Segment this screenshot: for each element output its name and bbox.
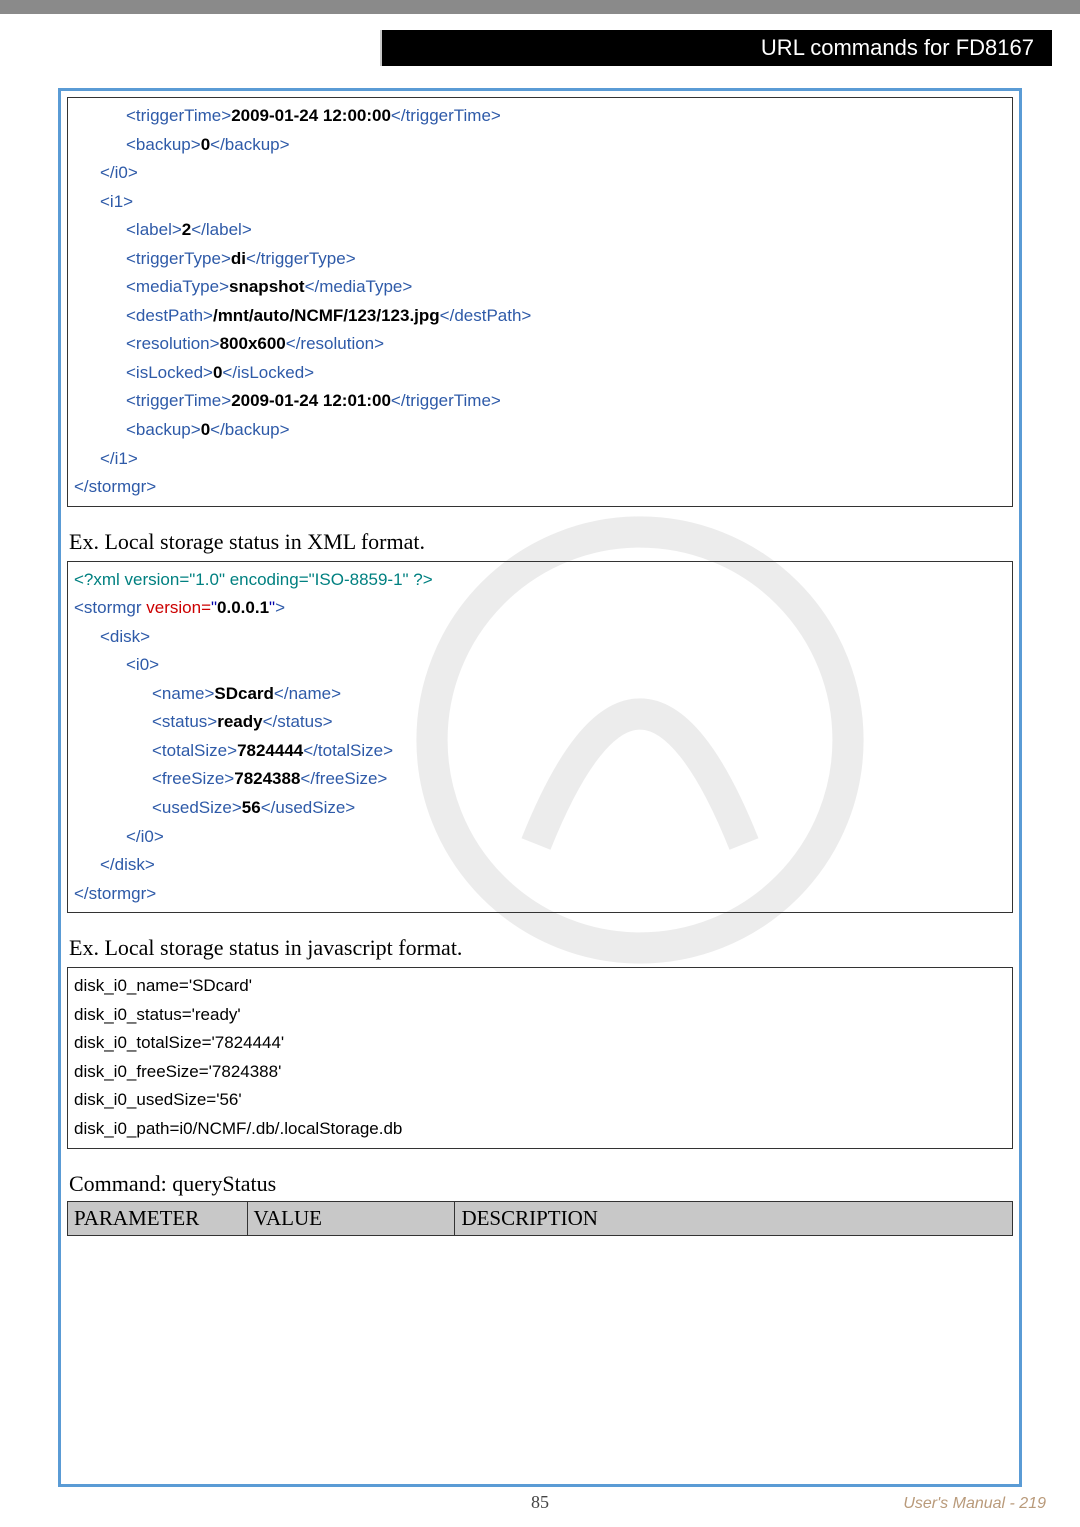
narrative-1: Ex. Local storage status in XML format.	[69, 529, 1011, 555]
param-header-description: DESCRIPTION	[455, 1201, 1013, 1235]
narrative-2: Ex. Local storage status in javascript f…	[69, 935, 1011, 961]
footer-manual-ref: User's Manual - 219	[903, 1495, 1046, 1513]
xml-code-block-1: <triggerTime>2009-01-24 12:00:00</trigge…	[67, 97, 1013, 507]
header-title: URL commands for FD8167	[761, 35, 1034, 61]
js-code-block: disk_i0_name='SDcard'disk_i0_status='rea…	[67, 967, 1013, 1148]
page-content: <triggerTime>2009-01-24 12:00:00</trigge…	[58, 88, 1022, 1487]
command-label: Command: queryStatus	[69, 1171, 1011, 1197]
xml-code-block-2: <?xml version="1.0" encoding="ISO-8859-1…	[67, 561, 1013, 914]
param-header-value: VALUE	[247, 1201, 455, 1235]
top-bar	[0, 0, 1080, 14]
param-header-parameter: PARAMETER	[68, 1201, 248, 1235]
param-table: PARAMETER VALUE DESCRIPTION	[67, 1201, 1013, 1236]
header-tab: URL commands for FD8167	[382, 30, 1052, 66]
